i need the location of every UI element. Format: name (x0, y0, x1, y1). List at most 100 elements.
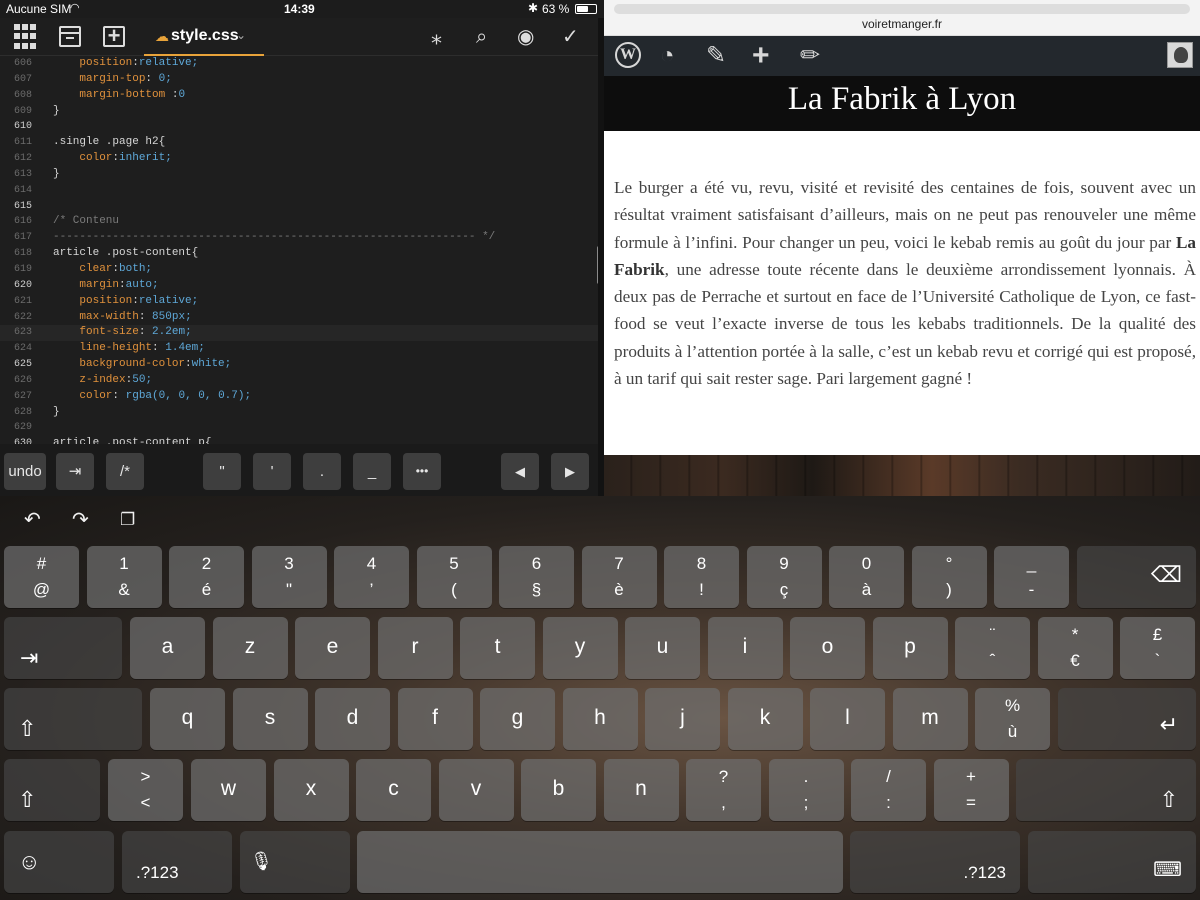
code-area[interactable]: 606 position:relative; 607 margin-top: 0;… (0, 56, 598, 444)
undo-arrow-icon[interactable]: ↶ (24, 510, 41, 530)
code-line[interactable]: 614 (0, 183, 598, 199)
key-x[interactable]: x (273, 759, 349, 821)
key-row1[interactable]: _ - (994, 546, 1069, 608)
edit-pencil-icon[interactable]: ✏ (800, 40, 820, 72)
key-row1[interactable]: # @ (4, 546, 79, 608)
cursor-left-button[interactable]: ◀ (501, 453, 539, 490)
key-u[interactable]: u (625, 617, 700, 679)
address-bar[interactable]: voiretmanger.fr (604, 0, 1200, 36)
code-line[interactable]: 621 position:relative; (0, 294, 598, 310)
key-d[interactable]: d (315, 688, 390, 750)
key-c[interactable]: c (356, 759, 431, 821)
key-row1[interactable]: 5( (416, 546, 492, 608)
cursor-right-button[interactable]: ▶ (551, 453, 589, 490)
redo-arrow-icon[interactable]: ↷ (72, 510, 89, 530)
code-line[interactable]: 613} (0, 167, 598, 183)
key-k[interactable]: k (727, 688, 803, 750)
shift-key-left[interactable]: ⇧ (4, 759, 100, 821)
key-row1[interactable]: 4’ (334, 546, 409, 608)
key-e[interactable]: e (295, 617, 370, 679)
code-line[interactable]: 622 max-width: 850px; (0, 310, 598, 326)
code-line[interactable]: 628} (0, 405, 598, 421)
underscore-button[interactable]: _ (353, 453, 391, 490)
key-p[interactable]: p (872, 617, 948, 679)
code-line[interactable]: 624 line-height: 1.4em; (0, 341, 598, 357)
sparkle-icon[interactable]: ⁎ (431, 24, 442, 50)
key-symbol[interactable]: /: (851, 759, 926, 821)
key-t[interactable]: t (460, 617, 535, 679)
key-b[interactable]: b (521, 759, 596, 821)
code-line[interactable]: 626 z-index:50; (0, 373, 598, 389)
key-q[interactable]: q (150, 688, 225, 750)
paste-icon[interactable]: ❐ (120, 510, 135, 530)
code-line[interactable]: 619 clear:both; (0, 262, 598, 278)
key-row1[interactable]: 0à (829, 546, 904, 608)
key-g[interactable]: g (480, 688, 555, 750)
code-line[interactable]: 629 (0, 420, 598, 436)
key-w[interactable]: w (191, 759, 266, 821)
backspace-key[interactable]: ⌫ (1077, 546, 1196, 608)
dictation-key[interactable]: 🎙 (240, 831, 350, 893)
key-symbol[interactable]: * € (1037, 617, 1113, 679)
shift-lock-key[interactable]: ⇧ (4, 688, 142, 750)
key-symbol[interactable]: > < (108, 759, 183, 821)
key-row1[interactable]: 2é (169, 546, 244, 608)
key-s[interactable]: s (232, 688, 308, 750)
space-bar[interactable] (357, 831, 843, 893)
key-v[interactable]: v (438, 759, 514, 821)
grid-icon[interactable] (14, 24, 40, 50)
key-row1[interactable]: °) (911, 546, 987, 608)
customize-palette-icon[interactable]: ◔ (660, 40, 675, 72)
preview-eye-icon[interactable]: ◉ (517, 24, 534, 50)
key-o[interactable]: o (790, 617, 865, 679)
key-z[interactable]: z (212, 617, 288, 679)
code-line[interactable]: 612 color:inherit; (0, 151, 598, 167)
indent-button[interactable]: ⇥ (56, 453, 94, 490)
brush-icon[interactable]: ✎ (706, 40, 726, 72)
code-line[interactable]: 618 article .post-content{ (0, 246, 598, 262)
key-row1[interactable]: 3 " (251, 546, 327, 608)
code-line[interactable]: 609} (0, 104, 598, 120)
shift-key-right[interactable]: ⇧ (1016, 759, 1196, 821)
key-r[interactable]: r (377, 617, 453, 679)
key-row1[interactable]: 6 § (499, 546, 574, 608)
code-line[interactable]: 606 position:relative; (0, 56, 598, 72)
code-line[interactable]: 620 margin:auto; (0, 278, 598, 294)
key-l[interactable]: l (810, 688, 885, 750)
hide-keyboard-key[interactable]: ⌨ (1028, 831, 1196, 893)
key-symbol[interactable]: ?, (686, 759, 761, 821)
numbers-key-left[interactable]: .?123 (122, 831, 232, 893)
key-h[interactable]: h (562, 688, 638, 750)
key-row1[interactable]: 7è (581, 546, 657, 608)
more-button[interactable]: ••• (403, 453, 441, 490)
code-line[interactable]: 630 article .post-content p{ (0, 436, 598, 444)
code-line[interactable]: 608 margin-bottom :0 (0, 88, 598, 104)
add-new-icon[interactable]: + (752, 40, 770, 72)
numbers-key-right[interactable]: .?123 (850, 831, 1020, 893)
return-key[interactable]: ↵ (1058, 688, 1196, 750)
key-row1[interactable]: 8! (664, 546, 739, 608)
dot-button[interactable]: . (303, 453, 341, 490)
code-line[interactable]: 607 margin-top: 0; (0, 72, 598, 88)
code-line[interactable]: 611 .single .page h2{ (0, 135, 598, 151)
key-a[interactable]: a (130, 617, 205, 679)
user-avatar[interactable] (1167, 42, 1193, 68)
search-icon[interactable]: ⌕ (476, 24, 487, 50)
code-line[interactable]: 627 color: rgba(0, 0, 0, 0.7); (0, 389, 598, 405)
double-quote-button[interactable]: " (203, 453, 241, 490)
code-line[interactable]: 616 /* Contenu (0, 214, 598, 230)
tab-style-css[interactable]: ☁ style.css ⌄ (144, 18, 264, 56)
new-file-icon[interactable]: + (102, 24, 128, 50)
key-m[interactable]: m (892, 688, 968, 750)
key-y[interactable]: y (542, 617, 618, 679)
undo-button[interactable]: undo (4, 453, 46, 490)
comment-button[interactable]: /* (106, 453, 144, 490)
drag-handle[interactable] (614, 4, 1190, 14)
code-line[interactable]: 610 (0, 119, 598, 135)
single-quote-button[interactable]: ' (253, 453, 291, 490)
key-j[interactable]: j (645, 688, 720, 750)
key-symbol[interactable]: .; (768, 759, 844, 821)
key-symbol[interactable]: % ù (975, 688, 1050, 750)
code-line[interactable]: 617 -------------------------------------… (0, 230, 598, 246)
key-f[interactable]: f (397, 688, 473, 750)
